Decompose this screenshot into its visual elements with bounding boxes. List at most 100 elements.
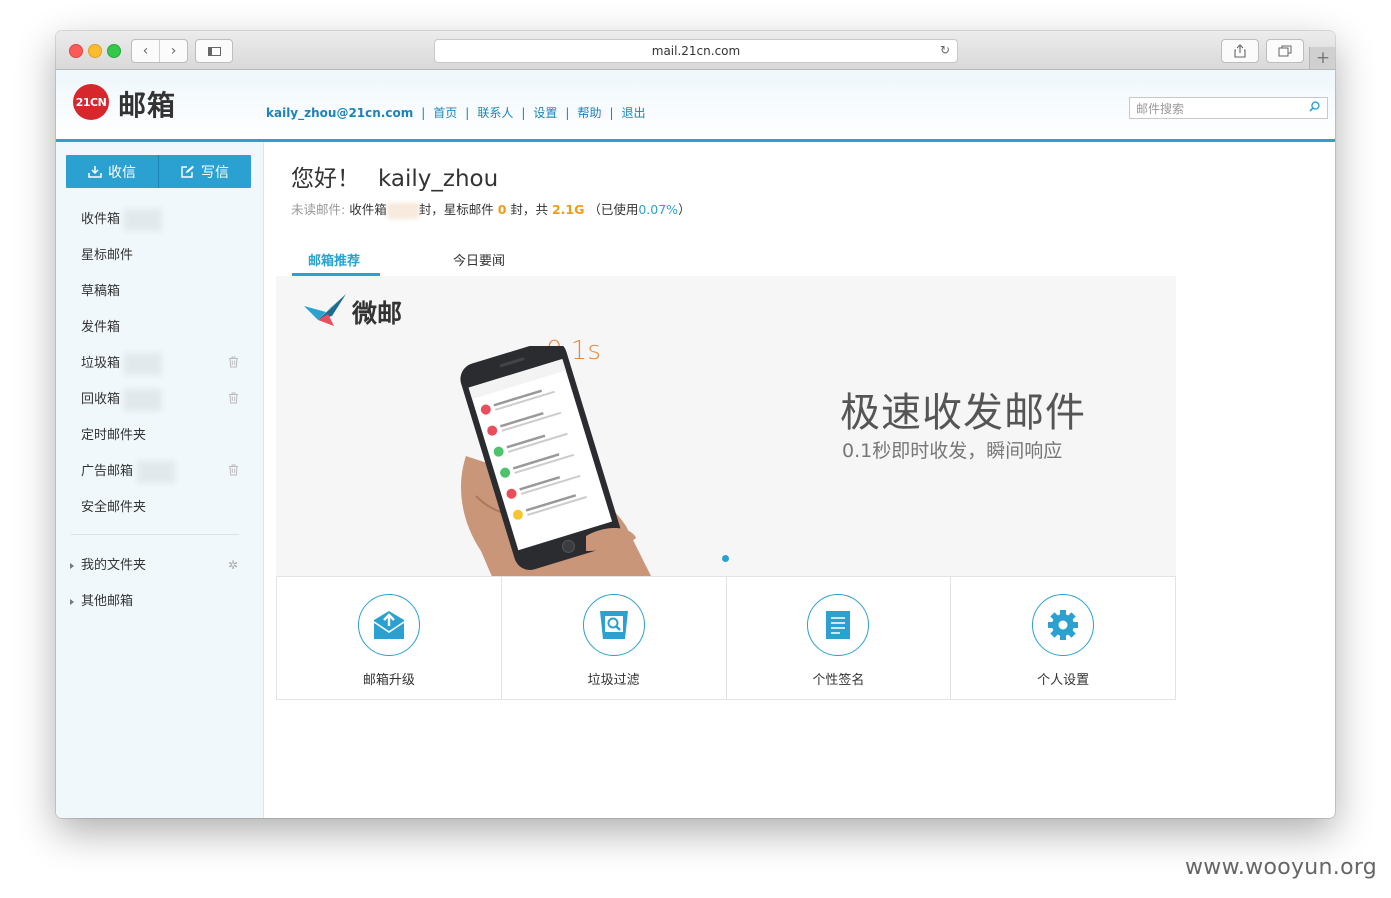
top-nav: kaily_zhou@21cn.com | 首页 | 联系人 | 设置 | 帮助 | 退出 (266, 106, 646, 120)
share-icon (1234, 44, 1246, 58)
tile-label: 个性签名 (812, 673, 865, 688)
content-tabs: 邮箱推荐 今日要闻 (276, 242, 1176, 277)
unit-text: 封， (510, 202, 536, 217)
nav-contacts[interactable]: 联系人 (477, 106, 513, 120)
close-window-button[interactable] (69, 44, 83, 58)
redacted-count (124, 208, 163, 231)
sidebar-toggle-button[interactable] (195, 39, 233, 63)
banner-brand: 微邮 (352, 299, 403, 328)
status-starred-link[interactable]: 星标邮件 (444, 202, 494, 217)
sidebar-icon (207, 46, 221, 56)
used-label: （已使用 (588, 202, 639, 217)
sidebar-item-drafts[interactable]: 草稿箱 (81, 280, 120, 299)
banner-subtitle: 0.1秒即时收发，瞬间响应 (842, 440, 1063, 462)
total-size: 2.1G (551, 202, 585, 217)
sidebar-divider (71, 534, 239, 535)
search-placeholder: 邮件搜索 (1136, 102, 1185, 116)
back-arrow-icon[interactable]: ‹ (132, 40, 160, 62)
greeting-text: 您好！ (291, 166, 360, 192)
expand-arrow-icon (70, 598, 74, 605)
sidebar-item-label: 收件箱 (81, 212, 121, 227)
receive-label: 收信 (108, 164, 136, 181)
tile-mailbox-upgrade[interactable]: 邮箱升级 (277, 577, 502, 699)
site-header: 21CN 邮箱 kaily_zhou@21cn.com | 首页 | 联系人 | 设置 | 帮助… (56, 70, 1335, 142)
my-folders-label: 我的文件夹 (81, 558, 147, 573)
total-label: 共 (535, 202, 548, 217)
promo-banner[interactable]: 微邮 0.1s 极速收发邮件 0.1秒即时收发，瞬间响应 (276, 276, 1176, 576)
tile-personal-settings[interactable]: 个人设置 (951, 577, 1175, 699)
my-folders-toggle[interactable]: 我的文件夹 (70, 554, 146, 573)
weiyou-logo-icon (304, 294, 346, 326)
mail-search-input[interactable]: 邮件搜索 (1129, 97, 1328, 119)
sidebar-item-sent[interactable]: 发件箱 (81, 316, 120, 335)
sidebar-item-label: 草稿箱 (81, 284, 121, 299)
username: kaily_zhou (378, 166, 499, 192)
compose-button[interactable]: 写信 (159, 155, 251, 188)
gear-icon (1032, 594, 1095, 656)
envelope-upgrade-icon (357, 594, 420, 656)
new-tab-button[interactable]: + (1309, 47, 1335, 69)
watermark: www.wooyun.org (1185, 855, 1378, 880)
greeting: 您好！ kaily_zhou (291, 159, 498, 193)
redacted-count (386, 202, 419, 219)
minimize-window-button[interactable] (88, 44, 102, 58)
compose-label: 写信 (201, 164, 229, 181)
nav-help[interactable]: 帮助 (577, 106, 601, 120)
signature-icon (807, 594, 870, 656)
download-icon (88, 166, 102, 178)
nav-home[interactable]: 首页 (433, 106, 457, 120)
tile-spam-filter[interactable]: 垃圾过滤 (502, 577, 727, 699)
receive-button[interactable]: 收信 (66, 155, 159, 188)
other-mailboxes-toggle[interactable]: 其他邮箱 (70, 590, 133, 609)
logo-text: 邮箱 (118, 89, 177, 122)
sidebar-item-label: 定时邮件夹 (81, 428, 147, 443)
folder-settings-gear-icon[interactable]: ✲ (228, 558, 238, 572)
redacted-count (124, 352, 163, 375)
expand-arrow-icon (70, 562, 74, 569)
browser-window: ‹ › mail.21cn.com ↻ + 21CN 邮箱 kaily_zhou… (56, 31, 1335, 818)
sidebar-item-junk[interactable]: 垃圾箱 (81, 352, 163, 375)
other-mailboxes-label: 其他邮箱 (81, 594, 134, 609)
reload-icon[interactable]: ↻ (940, 43, 950, 57)
zoom-window-button[interactable] (107, 44, 121, 58)
trash-icon[interactable] (228, 464, 239, 476)
sidebar-item-recycle[interactable]: 回收箱 (81, 388, 163, 411)
forward-arrow-icon[interactable]: › (160, 40, 187, 62)
mailbox-status: 未读邮件: 收件箱 封，星标邮件 0 封，共 2.1G （已使用0.07%） (291, 199, 691, 219)
tile-signature[interactable]: 个性签名 (727, 577, 952, 699)
carousel-dot[interactable] (722, 555, 729, 562)
sidebar-item-inbox[interactable]: 收件箱 (81, 208, 163, 231)
sidebar-item-ads[interactable]: 广告邮箱 (81, 460, 176, 483)
tile-label: 个人设置 (1037, 673, 1090, 688)
used-percent: 0.07% (638, 202, 679, 217)
sidebar-item-secure[interactable]: 安全邮件夹 (81, 496, 146, 515)
search-icon[interactable] (1309, 101, 1320, 112)
logo-mark: 21CN (73, 84, 109, 120)
sidebar-item-label: 安全邮件夹 (81, 500, 147, 515)
user-email-link[interactable]: kaily_zhou@21cn.com (266, 106, 413, 120)
starred-count: 0 (497, 202, 507, 217)
share-button[interactable] (1221, 39, 1259, 63)
tabs-overview-button[interactable] (1266, 39, 1304, 63)
address-bar[interactable]: mail.21cn.com ↻ (434, 39, 958, 63)
mail-action-bar: 收信 写信 (66, 155, 251, 188)
nav-settings[interactable]: 设置 (533, 106, 557, 120)
status-inbox-link[interactable]: 收件箱 (349, 202, 387, 217)
nav-logout[interactable]: 退出 (622, 106, 646, 120)
tab-today-news[interactable]: 今日要闻 (453, 250, 505, 269)
unit-text: 封， (418, 202, 444, 217)
sidebar-item-label: 回收箱 (81, 392, 121, 407)
tile-label: 垃圾过滤 (587, 673, 640, 688)
tab-recommend[interactable]: 邮箱推荐 (308, 250, 360, 269)
trash-icon[interactable] (228, 392, 239, 404)
redacted-count (124, 388, 163, 411)
spam-filter-icon (582, 594, 645, 656)
sidebar-item-label: 广告邮箱 (81, 464, 134, 479)
sidebar-item-label: 发件箱 (81, 320, 121, 335)
url-text: mail.21cn.com (651, 44, 741, 58)
sidebar-item-starred[interactable]: 星标邮件 (81, 244, 133, 263)
trash-icon[interactable] (228, 356, 239, 368)
sidebar-item-scheduled[interactable]: 定时邮件夹 (81, 424, 146, 443)
tile-label: 邮箱升级 (362, 673, 415, 688)
quick-actions: 邮箱升级 垃圾过滤 个性签名 个人设置 (276, 576, 1176, 700)
